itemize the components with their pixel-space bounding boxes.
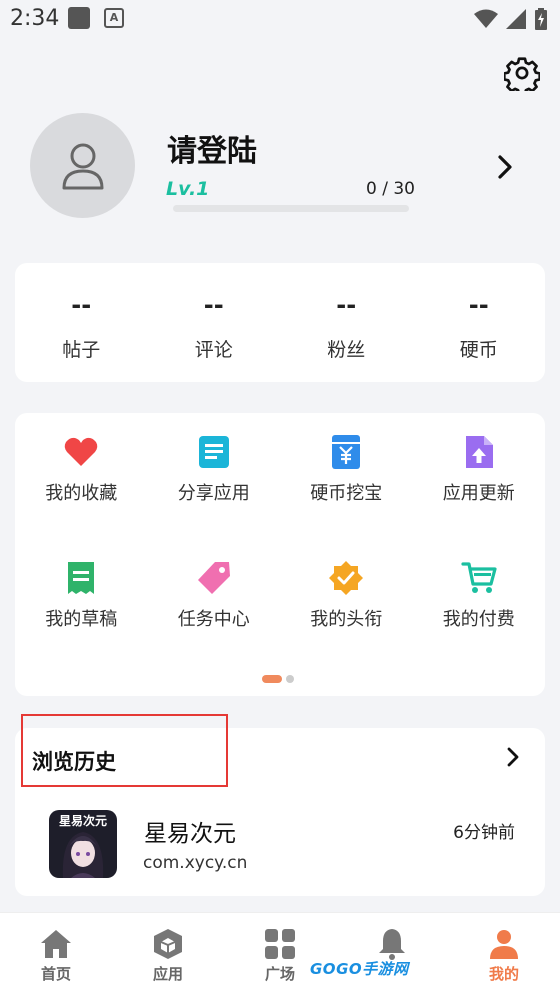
stat-label: 评论 bbox=[194, 339, 233, 361]
watermark: GOGO手游网 bbox=[310, 960, 409, 978]
page-indicator bbox=[262, 675, 294, 683]
apps-cube-icon bbox=[154, 929, 182, 959]
avatar[interactable] bbox=[30, 113, 135, 218]
stat-value: -- bbox=[336, 291, 357, 319]
stat-value: -- bbox=[468, 291, 489, 319]
coin-pouch-icon bbox=[332, 435, 361, 469]
nav-label: 首页 bbox=[40, 965, 71, 983]
document-icon bbox=[198, 436, 229, 468]
feature-menu-card: 我的收藏 分享应用 硬币挖宝 应用更新 我的草稿 任务中心 我的头衔 我的付费 bbox=[15, 413, 545, 696]
bottom-nav: 首页 应用 广场 我的 bbox=[0, 912, 560, 996]
notification-a-icon: A bbox=[104, 8, 124, 28]
menu-item-titles[interactable]: 我的头衔 bbox=[280, 539, 413, 665]
draft-icon bbox=[68, 562, 95, 594]
level-badge: Lv.1 bbox=[166, 178, 210, 200]
battery-icon bbox=[535, 8, 547, 30]
stat-label: 硬币 bbox=[459, 339, 498, 361]
page-dot[interactable] bbox=[286, 675, 294, 683]
stat-label: 帖子 bbox=[62, 339, 101, 361]
app-icon: 星易次元 bbox=[49, 810, 117, 878]
nav-mine[interactable]: 我的 bbox=[448, 913, 560, 996]
home-icon bbox=[41, 930, 71, 958]
settings-gear-icon[interactable] bbox=[504, 55, 540, 91]
menu-item-label: 应用更新 bbox=[442, 483, 515, 504]
stat-fans[interactable]: -- 粉丝 bbox=[280, 263, 413, 382]
stat-value: -- bbox=[203, 291, 224, 319]
person-icon bbox=[490, 930, 518, 959]
stats-card: -- 帖子 -- 评论 -- 粉丝 -- 硬币 bbox=[15, 263, 545, 382]
menu-item-label: 分享应用 bbox=[177, 483, 250, 504]
chevron-right-icon[interactable] bbox=[505, 746, 521, 768]
nav-label: 我的 bbox=[488, 965, 519, 983]
grid-icon bbox=[265, 929, 295, 959]
bell-icon bbox=[379, 929, 405, 960]
stat-coins[interactable]: -- 硬币 bbox=[413, 263, 546, 382]
nav-home[interactable]: 首页 bbox=[0, 913, 112, 996]
user-silhouette-icon bbox=[62, 143, 103, 189]
status-icons bbox=[474, 8, 548, 30]
menu-item-favorites[interactable]: 我的收藏 bbox=[15, 413, 148, 539]
cart-icon bbox=[461, 562, 497, 593]
menu-item-label: 我的头衔 bbox=[310, 609, 383, 630]
nav-apps[interactable]: 应用 bbox=[112, 913, 224, 996]
menu-item-label: 任务中心 bbox=[177, 609, 250, 630]
status-bar: 2:34 A bbox=[0, 0, 560, 38]
page-dot-active bbox=[262, 675, 282, 683]
menu-item-label: 我的草稿 bbox=[45, 609, 118, 630]
menu-item-drafts[interactable]: 我的草稿 bbox=[15, 539, 148, 665]
wifi-icon bbox=[474, 9, 498, 28]
app-name: 星易次元 bbox=[144, 821, 236, 847]
status-time: 2:34 bbox=[10, 6, 60, 31]
nav-label: 应用 bbox=[152, 965, 183, 983]
stat-value: -- bbox=[71, 291, 92, 319]
menu-item-app-updates[interactable]: 应用更新 bbox=[413, 413, 546, 539]
nav-square[interactable]: 广场 bbox=[224, 913, 336, 996]
browsing-history-card: 浏览历史 星易次元 星易次元 com.xycy.cn 6分钟前 bbox=[15, 714, 545, 896]
signal-icon bbox=[506, 9, 526, 29]
menu-item-label: 我的收藏 bbox=[45, 483, 118, 504]
stat-posts[interactable]: -- 帖子 bbox=[15, 263, 148, 382]
menu-item-label: 硬币挖宝 bbox=[310, 483, 383, 504]
badge-icon bbox=[329, 561, 364, 595]
login-prompt[interactable]: 请登陆 bbox=[167, 126, 257, 170]
xp-text: 0 / 30 bbox=[366, 179, 415, 199]
app-package: com.xycy.cn bbox=[143, 853, 248, 873]
app-icon-text: 星易次元 bbox=[58, 814, 107, 828]
history-title: 浏览历史 bbox=[32, 750, 116, 774]
menu-item-label: 我的付费 bbox=[442, 609, 515, 630]
chevron-right-icon[interactable] bbox=[494, 152, 516, 182]
xp-progress-bar bbox=[173, 205, 409, 212]
upload-file-icon bbox=[465, 436, 493, 468]
nav-notifications[interactable] bbox=[336, 913, 448, 996]
menu-item-share-app[interactable]: 分享应用 bbox=[148, 413, 281, 539]
stat-label: 粉丝 bbox=[327, 339, 366, 361]
heart-icon bbox=[64, 437, 98, 466]
menu-item-task-center[interactable]: 任务中心 bbox=[148, 539, 281, 665]
tag-icon bbox=[197, 562, 230, 594]
notification-square-icon bbox=[68, 7, 90, 29]
menu-item-payments[interactable]: 我的付费 bbox=[413, 539, 546, 665]
menu-item-coin-treasure[interactable]: 硬币挖宝 bbox=[280, 413, 413, 539]
visit-time: 6分钟前 bbox=[453, 823, 515, 843]
stat-comments[interactable]: -- 评论 bbox=[148, 263, 281, 382]
